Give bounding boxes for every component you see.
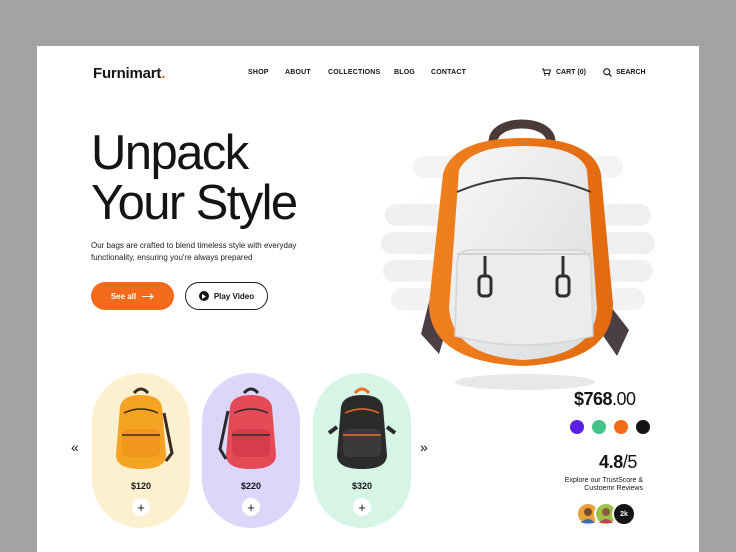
plus-icon[interactable]: + — [353, 498, 371, 516]
search-icon — [603, 68, 612, 77]
nav-blog[interactable]: BLOG — [394, 69, 415, 76]
chevron-left-double-icon: « — [71, 439, 79, 455]
prev-arrow[interactable]: « — [71, 439, 79, 455]
chevron-right-double-icon: » — [420, 439, 428, 455]
rating-max: /5 — [622, 452, 638, 472]
nav-shop[interactable]: SHOP — [248, 69, 269, 76]
backpack-red-image — [218, 387, 276, 469]
nav-contact[interactable]: CONTACT — [431, 69, 466, 76]
see-all-label: See all — [110, 291, 137, 301]
product-price: $120 — [130, 481, 152, 491]
product-price: $220 — [240, 481, 262, 491]
see-all-button[interactable]: See all — [91, 282, 174, 310]
reviewer-avatars[interactable]: 2k — [576, 502, 636, 526]
nav-about[interactable]: ABOUT — [285, 69, 311, 76]
color-swatch-purple[interactable] — [570, 420, 584, 434]
color-swatch-orange[interactable] — [614, 420, 628, 434]
brand-name: Furnimart — [93, 65, 162, 82]
plus-icon[interactable]: + — [242, 498, 260, 516]
cart-icon — [542, 68, 551, 76]
landing-page: Furnimart. SHOP ABOUT COLLECTIONS BLOG C… — [37, 46, 699, 552]
hero-title-line2: Your Style — [91, 176, 298, 230]
hero-title-line1: Unpack — [91, 126, 249, 180]
brand-logo[interactable]: Furnimart. — [93, 65, 165, 82]
reviews-count-badge: 2k — [612, 502, 636, 526]
backpack-yellow-image — [116, 387, 174, 469]
cart-label: CART (0) — [556, 68, 586, 76]
product-card[interactable]: $120 + — [92, 373, 190, 528]
plus-icon[interactable]: + — [132, 498, 150, 516]
play-icon — [198, 291, 209, 301]
rating-value: 4.8 — [599, 452, 623, 472]
next-arrow[interactable]: » — [420, 439, 428, 455]
featured-price-cents: .00 — [612, 389, 636, 409]
search-button[interactable]: SEARCH — [603, 68, 646, 77]
rating-score: 4.8/5 — [599, 452, 637, 473]
featured-price-main: $768 — [574, 389, 613, 409]
trust-text: Explore our TrustScore & Custoemr Review… — [564, 477, 643, 492]
color-swatch-green[interactable] — [592, 420, 606, 434]
color-swatch-black[interactable] — [636, 420, 650, 434]
arrow-right-icon — [142, 292, 154, 300]
product-card[interactable]: $320 + — [313, 373, 411, 528]
brand-dot: . — [161, 65, 166, 82]
product-price: $320 — [351, 481, 373, 491]
hero-title: Unpack Your Style — [91, 126, 298, 230]
nav-collections[interactable]: COLLECTIONS — [328, 69, 380, 76]
hero-description: Our bags are crafted to blend timeless s… — [91, 241, 297, 262]
play-video-button[interactable]: Play Video — [185, 282, 268, 310]
product-card[interactable]: $220 + — [202, 373, 300, 528]
play-video-label: Play Video — [213, 291, 255, 301]
hero-backpack-image — [378, 119, 658, 390]
color-swatches — [570, 420, 650, 434]
search-label: SEARCH — [616, 69, 646, 76]
backpack-black-image — [327, 387, 397, 469]
cart-button[interactable]: CART (0) — [542, 68, 586, 76]
featured-price: $768.00 — [574, 389, 636, 410]
